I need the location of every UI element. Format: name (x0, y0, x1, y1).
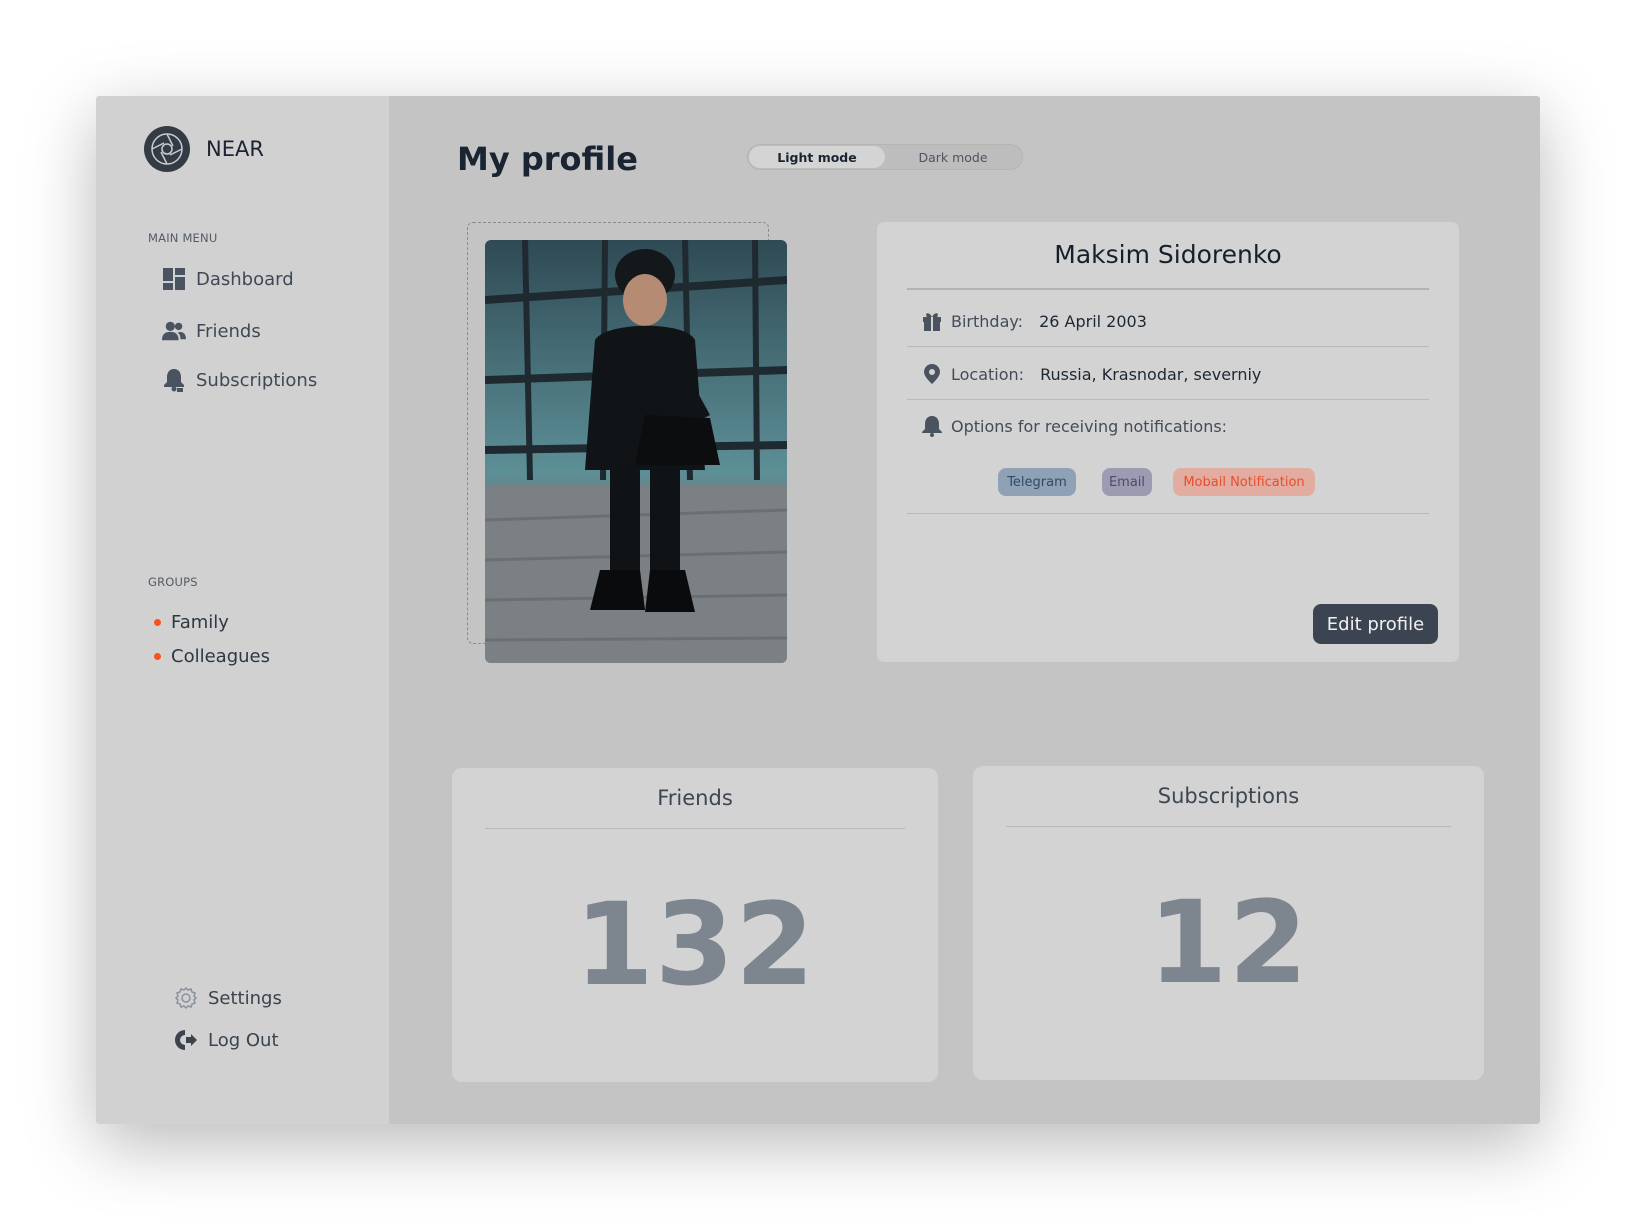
group-dot (154, 619, 161, 626)
dashboard-icon (162, 267, 186, 291)
notifications-label: Options for receiving notifications: (951, 416, 1228, 436)
theme-mode-toggle[interactable]: Light mode Dark mode (747, 144, 1023, 170)
sidebar-item-dashboard[interactable]: Dashboard (162, 267, 294, 291)
main-content: My profile Light mode Dark mode Maksim S… (389, 96, 1540, 1124)
divider (907, 399, 1429, 400)
edit-profile-button[interactable]: Edit profile (1313, 604, 1438, 644)
friends-stat-title: Friends (657, 786, 733, 810)
logout-button[interactable]: Log Out (174, 1028, 279, 1052)
dark-mode-option[interactable]: Dark mode (885, 146, 1021, 168)
sidebar: NEAR MAIN MENU Dashboard Friends Subscri… (96, 96, 389, 1124)
brand-name: NEAR (206, 137, 264, 161)
group-item-colleagues[interactable]: Colleagues (154, 646, 270, 667)
gear-icon (174, 986, 198, 1010)
friends-stat-card[interactable]: Friends 132 (452, 768, 938, 1082)
tag-email[interactable]: Email (1102, 468, 1152, 496)
bell-user-icon (162, 368, 186, 392)
subscriptions-count: 12 (1148, 876, 1309, 1009)
divider (907, 513, 1429, 514)
sidebar-item-subscriptions[interactable]: Subscriptions (162, 368, 317, 392)
group-item-family[interactable]: Family (154, 612, 229, 633)
divider (1006, 826, 1451, 827)
location-row: Location: Russia, Krasnodar, severniy (921, 363, 1261, 385)
logout-icon (174, 1028, 198, 1052)
bell-icon (921, 415, 943, 437)
group-item-label: Family (171, 612, 229, 633)
notifications-row: Options for receiving notifications: (921, 415, 1227, 437)
aperture-icon (144, 126, 190, 172)
app-window: NEAR MAIN MENU Dashboard Friends Subscri… (96, 96, 1540, 1124)
logout-label: Log Out (208, 1029, 279, 1051)
divider (907, 288, 1429, 290)
location-value: Russia, Krasnodar, severniy (1040, 364, 1262, 384)
profile-card: Maksim Sidorenko Birthday: 26 April 2003… (877, 222, 1459, 662)
profile-name: Maksim Sidorenko (1054, 240, 1282, 269)
location-pin-icon (921, 363, 943, 385)
divider (907, 346, 1429, 347)
profile-photo[interactable] (485, 240, 787, 663)
settings-button[interactable]: Settings (174, 986, 282, 1010)
subscriptions-stat-title: Subscriptions (1157, 784, 1300, 808)
subscriptions-stat-card[interactable]: Subscriptions 12 (973, 766, 1484, 1080)
group-dot (154, 653, 161, 660)
location-label: Location: (951, 364, 1025, 384)
tag-mobile-notification[interactable]: Mobail Notification (1173, 468, 1315, 496)
sidebar-item-label: Friends (196, 320, 261, 342)
birthday-row: Birthday: 26 April 2003 (921, 310, 1147, 332)
birthday-label: Birthday: (951, 311, 1024, 331)
page-title: My profile (457, 140, 638, 178)
main-menu-label: MAIN MENU (148, 231, 218, 245)
brand[interactable]: NEAR (144, 126, 264, 172)
settings-label: Settings (208, 987, 282, 1009)
tag-telegram[interactable]: Telegram (998, 468, 1076, 496)
gift-icon (921, 310, 943, 332)
friends-count: 132 (574, 878, 816, 1011)
groups-label: GROUPS (148, 575, 198, 589)
sidebar-item-friends[interactable]: Friends (162, 319, 261, 343)
users-icon (162, 319, 186, 343)
sidebar-item-label: Dashboard (196, 268, 294, 290)
divider (485, 828, 905, 829)
group-item-label: Colleagues (171, 646, 270, 667)
birthday-value: 26 April 2003 (1039, 311, 1147, 331)
light-mode-option[interactable]: Light mode (749, 146, 885, 168)
sidebar-item-label: Subscriptions (196, 369, 318, 391)
